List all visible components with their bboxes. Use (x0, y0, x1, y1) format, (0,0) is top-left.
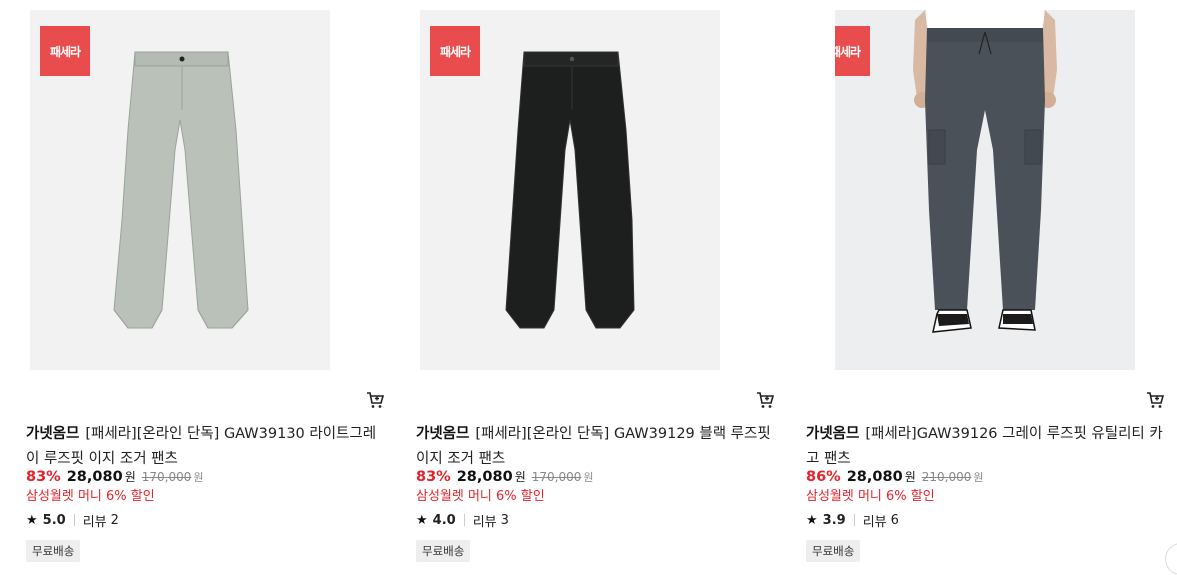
original-price: 210,000 (921, 470, 972, 484)
product-grid: 패세라 가넷옴므 [패세라][온라인 단독] GAW39130 라이트그레이 루즈… (0, 0, 1177, 575)
sale-price: 28,080 (456, 469, 513, 485)
cart-icon (367, 392, 385, 408)
star-icon: ★ (26, 512, 38, 528)
brand-name: 가넷옴므 (806, 426, 860, 442)
review-label: 리뷰 (862, 514, 887, 530)
original-price: 170,000 (141, 470, 192, 484)
add-to-cart-button[interactable] (755, 390, 775, 410)
cart-icon (757, 392, 775, 408)
review-summary: ★ 4.0 리뷰 3 (416, 510, 509, 530)
review-count: 2 (110, 512, 119, 528)
add-to-cart-button[interactable] (365, 390, 385, 410)
currency-label: 원 (193, 471, 204, 484)
star-icon: ★ (806, 512, 818, 528)
cart-icon (1147, 392, 1165, 408)
product-card[interactable]: 패세라 (780, 10, 1165, 568)
model-photo (913, 10, 1057, 333)
brand-name: 가넷옴므 (416, 426, 470, 442)
star-icon: ★ (416, 512, 428, 528)
product-title[interactable]: 가넷옴므 [패세라]GAW39126 그레이 루즈핏 유틸리티 카고 팬츠 (806, 422, 1166, 472)
brand-name: 가넷옴므 (26, 426, 80, 442)
sale-price: 28,080 (66, 469, 123, 485)
rating-score: 5.0 (42, 512, 66, 528)
product-name: [패세라][온라인 단독] GAW39129 블랙 루즈핏 이지 조거 팬츠 (416, 426, 771, 467)
rating-score: 4.0 (432, 512, 456, 528)
discount-rate: 83% (416, 469, 451, 485)
currency-label: 원 (124, 470, 136, 484)
free-shipping-badge: 무료배송 (416, 540, 471, 562)
promo-text: 삼성월렛 머니 6% 할인 (26, 489, 155, 504)
rating-score: 3.9 (822, 512, 846, 528)
product-card[interactable]: 패세라 가넷옴므 [패세라][온라인 단독] GAW39129 블랙 루즈핏 이지… (390, 10, 775, 568)
product-image[interactable]: 패세라 (835, 10, 1135, 370)
product-title[interactable]: 가넷옴므 [패세라][온라인 단독] GAW39130 라이트그레이 루즈핏 이지… (26, 422, 386, 472)
scroll-top-button[interactable] (1165, 543, 1177, 575)
brand-badge: 패세라 (430, 26, 480, 76)
divider (463, 514, 465, 526)
brand-badge: 패세라 (40, 26, 90, 76)
product-image[interactable]: 패세라 (30, 10, 330, 370)
promo-text: 삼성월렛 머니 6% 할인 (416, 489, 545, 504)
product-image[interactable]: 패세라 (420, 10, 720, 370)
currency-label: 원 (973, 471, 984, 484)
sale-price: 28,080 (846, 469, 903, 485)
divider (853, 514, 855, 526)
review-count: 3 (500, 512, 509, 528)
review-label: 리뷰 (82, 514, 107, 530)
brand-badge: 패세라 (835, 26, 870, 76)
product-title[interactable]: 가넷옴므 [패세라][온라인 단독] GAW39129 블랙 루즈핏 이지 조거 … (416, 422, 776, 472)
promo-text: 삼성월렛 머니 6% 할인 (806, 489, 935, 504)
original-price: 170,000 (531, 470, 582, 484)
review-label: 리뷰 (472, 514, 497, 530)
divider (73, 514, 75, 526)
discount-rate: 86% (806, 469, 841, 485)
currency-label: 원 (583, 471, 594, 484)
discount-rate: 83% (26, 469, 61, 485)
product-card[interactable]: 패세라 가넷옴므 [패세라][온라인 단독] GAW39130 라이트그레이 루즈… (0, 10, 385, 568)
review-count: 6 (890, 512, 899, 528)
product-name: [패세라]GAW39126 그레이 루즈핏 유틸리티 카고 팬츠 (806, 426, 1163, 467)
currency-label: 원 (514, 470, 526, 484)
free-shipping-badge: 무료배송 (806, 540, 861, 562)
review-summary: ★ 3.9 리뷰 6 (806, 510, 899, 530)
add-to-cart-button[interactable] (1145, 390, 1165, 410)
currency-label: 원 (904, 470, 916, 484)
review-summary: ★ 5.0 리뷰 2 (26, 510, 119, 530)
free-shipping-badge: 무료배송 (26, 540, 81, 562)
